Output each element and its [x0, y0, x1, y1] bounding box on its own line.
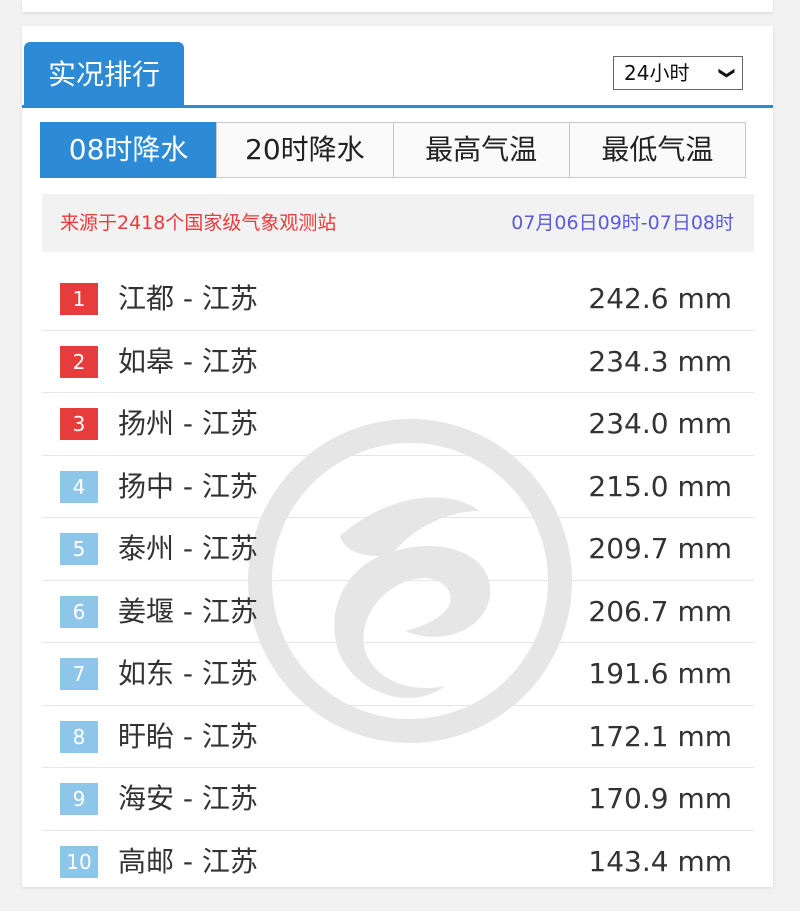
table-row[interactable]: 4 扬中 - 江苏 215.0 mm	[42, 456, 754, 518]
top-card	[22, 0, 773, 12]
precipitation-value: 215.0 mm	[588, 469, 732, 503]
station-name: 姜堰 - 江苏	[118, 594, 258, 628]
station-name: 如皋 - 江苏	[118, 344, 258, 378]
ranking-panel: 实况排行 24小时 ❮ 08时降水 20时降水 最高气温 最低气温 来源于241…	[22, 26, 773, 887]
station-name: 高邮 - 江苏	[118, 844, 258, 878]
precipitation-value: 172.1 mm	[588, 719, 732, 753]
precipitation-value: 234.3 mm	[588, 344, 732, 378]
station-name: 扬中 - 江苏	[118, 469, 258, 503]
station-name: 江都 - 江苏	[118, 282, 258, 315]
tab-08h-precipitation[interactable]: 08时降水	[40, 122, 218, 178]
period-select[interactable]: 24小时 ❮	[613, 56, 743, 90]
station-name: 盱眙 - 江苏	[118, 719, 258, 753]
table-row[interactable]: 6 姜堰 - 江苏 206.7 mm	[42, 581, 754, 643]
tab-20h-precipitation[interactable]: 20时降水	[216, 122, 394, 178]
table-row[interactable]: 8 盱眙 - 江苏 172.1 mm	[42, 706, 754, 768]
precipitation-value: 143.4 mm	[588, 844, 732, 878]
tab-max-temperature[interactable]: 最高气温	[392, 122, 570, 178]
panel-header: 实况排行 24小时 ❮	[22, 26, 773, 108]
rank-badge: 7	[60, 658, 98, 690]
panel-title-tab: 实况排行	[24, 42, 184, 108]
rank-badge: 10	[60, 845, 98, 878]
ranking-list: 1 江都 - 江苏 242.6 mm 2 如皋 - 江苏 234.3 mm 3 …	[42, 268, 754, 887]
precipitation-value: 206.7 mm	[588, 594, 732, 628]
table-row[interactable]: 5 泰州 - 江苏 209.7 mm	[42, 518, 754, 581]
table-row[interactable]: 10 高邮 - 江苏 143.4 mm	[42, 831, 754, 888]
station-name: 海安 - 江苏	[118, 782, 258, 815]
rank-badge: 4	[60, 470, 98, 503]
precipitation-value: 209.7 mm	[588, 532, 732, 565]
precipitation-value: 234.0 mm	[588, 407, 732, 440]
rank-badge: 1	[60, 283, 98, 315]
tab-min-temperature[interactable]: 最低气温	[568, 122, 746, 178]
source-text: 来源于2418个国家级气象观测站	[60, 212, 337, 234]
info-bar: 来源于2418个国家级气象观测站 07月06日09时-07日08时	[42, 194, 754, 252]
rank-badge: 2	[60, 345, 98, 378]
station-name: 扬州 - 江苏	[118, 407, 258, 440]
table-row[interactable]: 3 扬州 - 江苏 234.0 mm	[42, 393, 754, 456]
rank-badge: 5	[60, 533, 98, 565]
table-row[interactable]: 2 如皋 - 江苏 234.3 mm	[42, 331, 754, 393]
rank-badge: 3	[60, 408, 98, 440]
rank-badge: 9	[60, 783, 98, 815]
station-name: 泰州 - 江苏	[118, 532, 258, 565]
station-name: 如东 - 江苏	[118, 657, 258, 690]
rank-badge: 6	[60, 595, 98, 628]
table-row[interactable]: 7 如东 - 江苏 191.6 mm	[42, 643, 754, 706]
precipitation-value: 191.6 mm	[588, 657, 732, 690]
table-row[interactable]: 9 海安 - 江苏 170.9 mm	[42, 768, 754, 831]
table-row[interactable]: 1 江都 - 江苏 242.6 mm	[42, 268, 754, 331]
precipitation-value: 170.9 mm	[588, 782, 732, 815]
precipitation-value: 242.6 mm	[588, 282, 732, 315]
rank-badge: 8	[60, 720, 98, 753]
chevron-down-icon: ❮	[715, 66, 735, 80]
time-range-text: 07月06日09时-07日08时	[511, 212, 734, 234]
ranking-tabs: 08时降水 20时降水 最高气温 最低气温	[40, 122, 746, 178]
period-select-value: 24小时	[624, 61, 690, 85]
